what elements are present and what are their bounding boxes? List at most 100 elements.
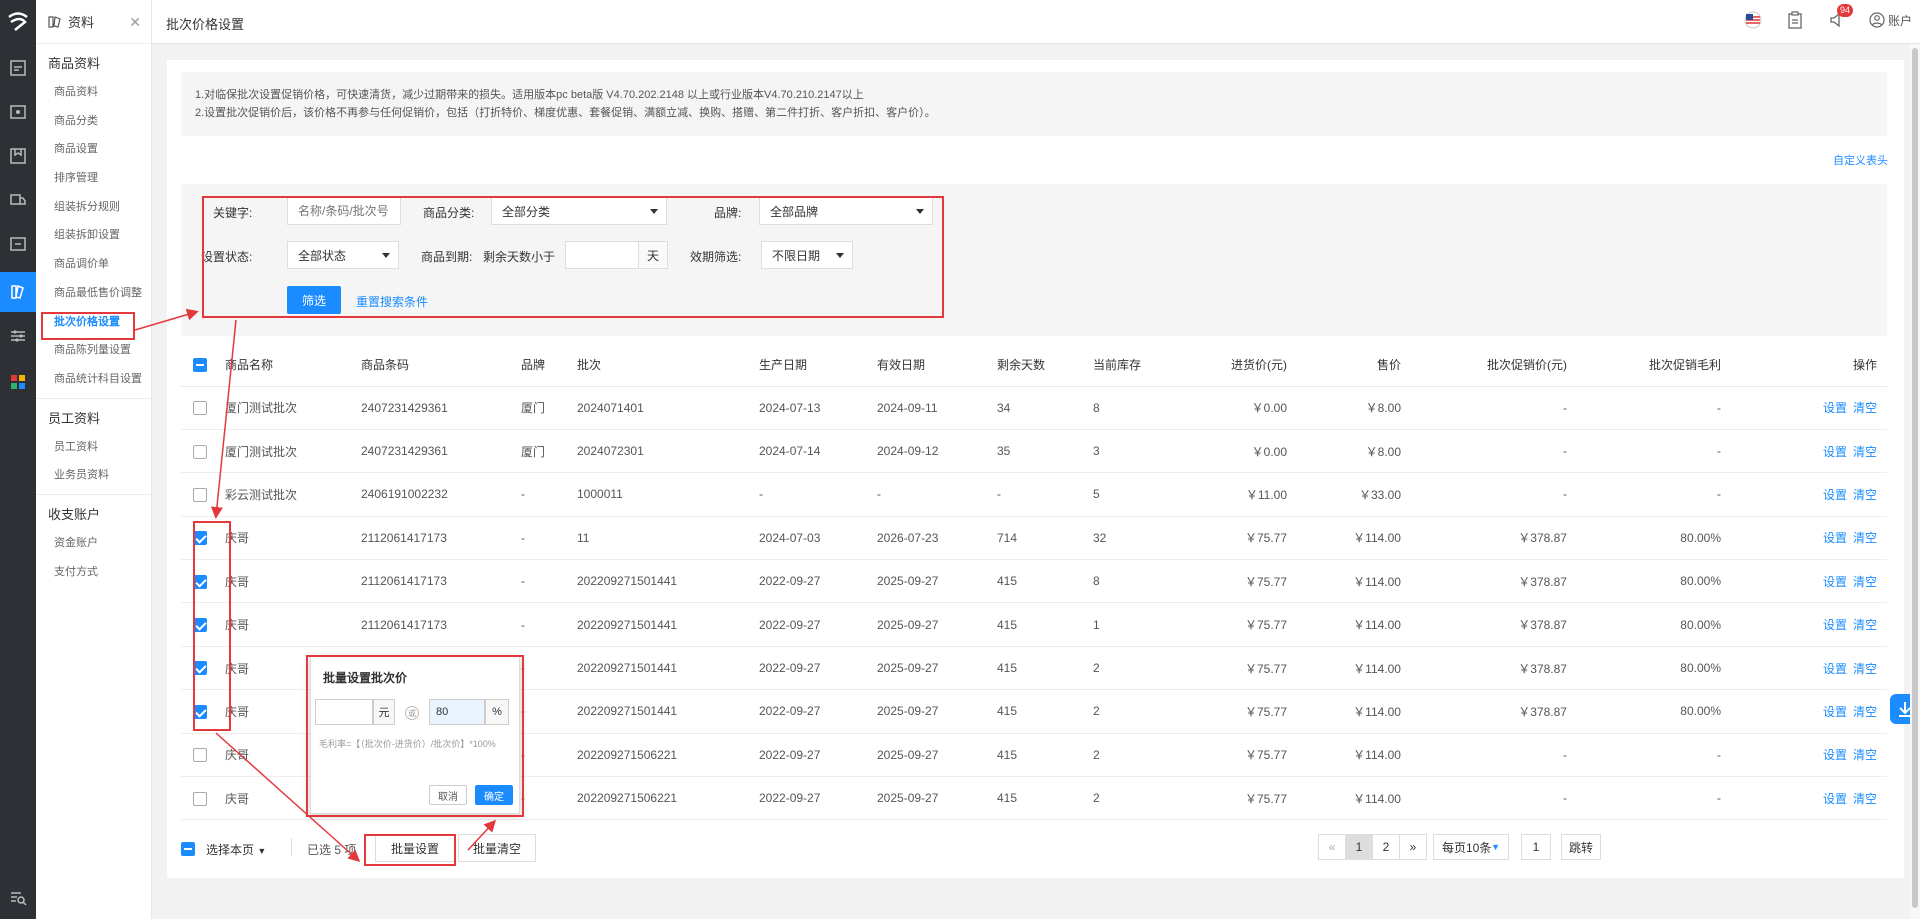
sales-icon[interactable] [8, 58, 28, 78]
row-checkbox[interactable] [193, 618, 207, 633]
page-2[interactable]: 2 [1372, 834, 1400, 860]
settings-sliders-icon[interactable] [8, 326, 28, 346]
row-checkbox[interactable] [193, 661, 207, 676]
purchase-icon[interactable] [8, 102, 28, 122]
row-set-link[interactable]: 设置 [1823, 488, 1847, 502]
row-checkbox[interactable] [193, 574, 207, 589]
row-clear-link[interactable]: 清空 [1853, 531, 1877, 545]
select-page-label: 选择本页 [206, 843, 255, 857]
sidebar-item[interactable]: 商品资料 [36, 78, 151, 107]
row-clear-link[interactable]: 清空 [1853, 705, 1877, 719]
row-set-link[interactable]: 设置 [1823, 662, 1847, 676]
sidebar-item[interactable]: 商品统计科目设置 [36, 365, 151, 394]
sidebar-item[interactable]: 商品调价单 [36, 250, 151, 279]
page-1[interactable]: 1 [1345, 834, 1373, 860]
cell-select [181, 559, 225, 604]
row-checkbox[interactable] [193, 401, 207, 416]
jump-page-input[interactable]: 1 [1521, 834, 1551, 860]
sidebar-item[interactable]: 组装拆分规则 [36, 193, 151, 222]
expiry-label: 商品到期: [421, 250, 473, 264]
sidebar-item[interactable]: 资金账户 [36, 529, 151, 558]
filter-button[interactable]: 筛选 [287, 286, 341, 314]
row-set-link[interactable]: 设置 [1823, 618, 1847, 632]
row-clear-link[interactable]: 清空 [1853, 445, 1877, 459]
row-clear-link[interactable]: 清空 [1853, 618, 1877, 632]
close-icon[interactable]: ✕ [129, 14, 141, 31]
select-page-dropdown[interactable]: 选择本页 ▼ [206, 841, 266, 858]
app-logo[interactable] [6, 12, 30, 32]
cell-promo-margin: - [1567, 733, 1721, 778]
row-clear-link[interactable]: 清空 [1853, 662, 1877, 676]
clipboard-icon[interactable] [1785, 10, 1805, 30]
row-checkbox[interactable] [193, 531, 207, 546]
sidebar-item[interactable]: 员工资料 [36, 433, 151, 462]
batch-clear-button[interactable]: 批量清空 [458, 834, 536, 862]
row-checkbox[interactable] [193, 748, 207, 763]
delivery-icon[interactable] [8, 190, 28, 210]
search-menu-icon[interactable] [8, 888, 28, 908]
status-select[interactable]: 全部状态 [287, 241, 399, 269]
row-set-link[interactable]: 设置 [1823, 705, 1847, 719]
row-set-link[interactable]: 设置 [1823, 445, 1847, 459]
table-row[interactable]: 庆哥 2112061417173-11 2024-07-03 2026-07-23 71… [181, 516, 1887, 561]
table-row[interactable]: 厦门测试批次 2407231429361 厦门 2024071401 2024-07-1… [181, 386, 1887, 430]
percent-input[interactable]: 80 [429, 699, 485, 725]
table-row[interactable]: 庆哥 2112061417173-202209271501441 2022-09-2… [181, 559, 1887, 604]
sidebar-item[interactable]: 排序管理 [36, 164, 151, 193]
sidebar-item[interactable]: 商品陈列量设置 [36, 336, 151, 365]
page-scrollbar[interactable] [1910, 44, 1920, 919]
row-clear-link[interactable]: 清空 [1853, 792, 1877, 806]
apps-icon[interactable] [8, 372, 28, 392]
table-row[interactable]: 庆哥 2112061417173-202209271501441 2022-09-2… [181, 602, 1887, 647]
cell-cost: ￥11.00 [1173, 472, 1287, 517]
table-row[interactable]: 彩云测试批次 2406191002232-1000011- - -5 ￥11.00 ￥33… [181, 472, 1887, 517]
sidebar-item[interactable]: 批次价格设置 [36, 308, 151, 337]
validity-select[interactable]: 不限日期 [761, 241, 853, 269]
sidebar-item[interactable]: 商品设置 [36, 135, 151, 164]
data-icon[interactable] [0, 272, 36, 312]
row-checkbox[interactable] [193, 444, 207, 459]
page-next[interactable]: » [1399, 834, 1427, 860]
table-row[interactable]: 厦门测试批次 2407231429361 厦门 2024072301 2024-07-1… [181, 429, 1887, 474]
page-size-select[interactable]: 每页10条 ▼ [1433, 834, 1509, 860]
sidebar-item[interactable]: 商品最低售价调整 [36, 279, 151, 308]
row-set-link[interactable]: 设置 [1823, 792, 1847, 806]
row-checkbox[interactable] [193, 791, 207, 806]
row-checkbox[interactable] [193, 487, 207, 502]
cell-name: 彩云测试批次 [225, 472, 361, 517]
row-clear-link[interactable]: 清空 [1853, 575, 1877, 589]
language-flag-icon[interactable] [1743, 10, 1763, 30]
keyword-input[interactable] [287, 197, 401, 225]
select-page-checkbox[interactable] [181, 842, 195, 856]
row-checkbox[interactable] [193, 704, 207, 719]
row-set-link[interactable]: 设置 [1823, 575, 1847, 589]
brand-select[interactable]: 全部品牌 [759, 197, 933, 225]
category-select[interactable]: 全部分类 [491, 197, 667, 225]
reset-search-link[interactable]: 重置搜索条件 [356, 293, 428, 310]
sidebar-item[interactable]: 支付方式 [36, 558, 151, 587]
page-prev[interactable]: « [1318, 834, 1346, 860]
row-clear-link[interactable]: 清空 [1853, 488, 1877, 502]
row-set-link[interactable]: 设置 [1823, 531, 1847, 545]
custom-header-link[interactable]: 自定义表头 [1833, 152, 1888, 168]
row-set-link[interactable]: 设置 [1823, 401, 1847, 415]
notification-speaker-icon[interactable]: 94 [1827, 4, 1853, 30]
jump-button[interactable]: 跳转 [1561, 834, 1601, 860]
sidebar-item[interactable]: 业务员资料 [36, 461, 151, 490]
row-set-link[interactable]: 设置 [1823, 748, 1847, 762]
inventory-icon[interactable] [8, 146, 28, 166]
chevron-down-icon [650, 209, 658, 214]
remaining-days-input[interactable] [565, 241, 639, 269]
finance-icon[interactable] [8, 234, 28, 254]
cancel-button[interactable]: 取消 [429, 785, 467, 805]
scrollbar-thumb[interactable] [1912, 48, 1918, 908]
confirm-button[interactable]: 确定 [475, 785, 513, 805]
account-menu[interactable]: 账户 [1869, 12, 1912, 29]
sidebar-item[interactable]: 商品分类 [36, 107, 151, 136]
row-clear-link[interactable]: 清空 [1853, 401, 1877, 415]
yuan-input[interactable] [315, 699, 373, 725]
select-all-checkbox[interactable] [193, 358, 207, 373]
sidebar-item[interactable]: 组装拆卸设置 [36, 221, 151, 250]
row-clear-link[interactable]: 清空 [1853, 748, 1877, 762]
batch-set-button[interactable]: 批量设置 [375, 834, 455, 862]
